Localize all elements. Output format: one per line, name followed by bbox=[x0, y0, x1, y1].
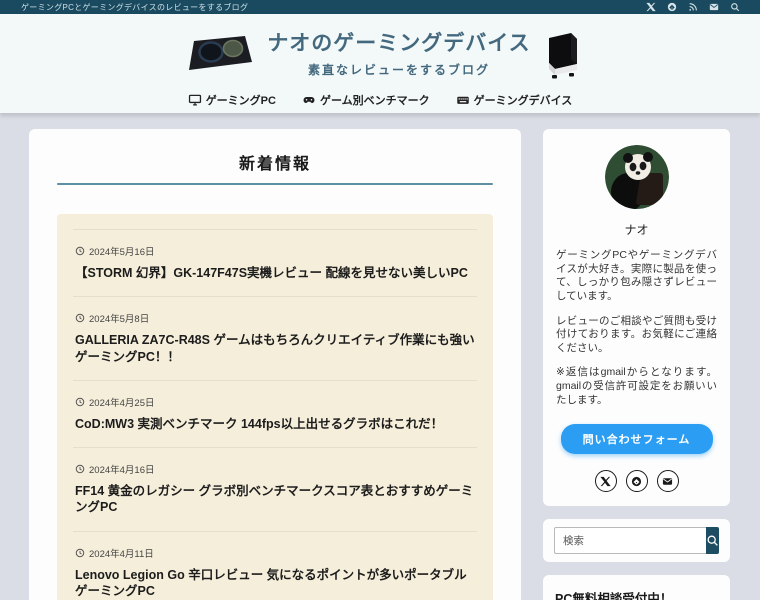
clock-icon bbox=[75, 246, 85, 256]
profile-bio-3: ※返信はgmailからとなります。gmailの受信許可設定をお願いいたします。 bbox=[556, 366, 717, 406]
clock-icon bbox=[75, 464, 85, 474]
search-widget bbox=[543, 519, 730, 563]
article-row: 2024年4月11日 Lenovo Legion Go 辛口レビュー 気になるポ… bbox=[73, 532, 477, 600]
site-subtitle: 素直なレビューをするブログ bbox=[307, 62, 490, 77]
clock-icon bbox=[75, 397, 85, 406]
article-date: 2024年5月8日 bbox=[75, 311, 475, 325]
profile-card: ナオ ゲーミングPCやゲーミングデバイスが大好き。実際に製品を使って、しっかり包… bbox=[543, 129, 730, 507]
mail-icon[interactable] bbox=[656, 470, 679, 493]
site-title[interactable]: ナオのゲーミングデバイス bbox=[267, 32, 530, 55]
new-articles-box: 2024年5月16日 【STORM 幻界】GK-147F47S実機レビュー 配線… bbox=[57, 214, 493, 600]
article-date-text: 2024年5月16日 bbox=[89, 247, 155, 258]
article-title-link[interactable]: FF14 黄金のレガシー グラボ別ベンチマークスコア表とおすすめゲーミングPC bbox=[75, 483, 475, 516]
feedly-icon[interactable] bbox=[667, 2, 677, 12]
sidebar: ナオ ゲーミングPCやゲーミングデバイスが大好き。実際に製品を使って、しっかり包… bbox=[543, 129, 730, 600]
article-row: 2024年4月25日 CoD:MW3 実測ベンチマーク 144fps以上出せるグ… bbox=[73, 381, 477, 448]
profile-bio-2: レビューのご相談やご質問も受け付けております。お気軽にご連絡ください。 bbox=[556, 314, 717, 354]
search-icon bbox=[707, 535, 718, 547]
profile-name: ナオ bbox=[624, 223, 649, 237]
article-row: 2024年4月16日 FF14 黄金のレガシー グラボ別ベンチマークスコア表とお… bbox=[73, 448, 477, 532]
site-header: ナオのゲーミングデバイス 素直なレビューをするブログ ゲーミングPC ゲーム別ベ… bbox=[0, 14, 760, 113]
article-title-link[interactable]: GALLERIA ZA7C-R48S ゲームはもちろんクリエイティブ作業にも強い… bbox=[75, 332, 475, 365]
mail-icon[interactable] bbox=[709, 2, 719, 12]
section-title-new: 新着情報 bbox=[238, 156, 311, 173]
article-date: 2024年4月11日 bbox=[75, 546, 475, 560]
section-divider bbox=[57, 183, 493, 185]
logo-row: ナオのゲーミングデバイス 素直なレビューをするブログ bbox=[0, 29, 760, 81]
article-date-text: 2024年4月11日 bbox=[89, 548, 154, 560]
topbar-social-icons bbox=[646, 2, 740, 12]
article-date: 2024年4月25日 bbox=[75, 395, 475, 409]
keyboard-icon bbox=[456, 96, 469, 104]
article-date: 2024年5月16日 bbox=[75, 244, 475, 258]
feedly-icon[interactable] bbox=[625, 470, 648, 493]
profile-social-icons bbox=[556, 470, 717, 493]
contact-form-button[interactable]: 問い合わせフォーム bbox=[560, 424, 713, 455]
deskmat-headset-logo-image bbox=[179, 32, 255, 78]
site-tagline: ゲーミングPCとゲーミングデバイスのレビューをするブログ bbox=[21, 2, 249, 12]
article-row: 2024年5月8日 GALLERIA ZA7C-R48S ゲームはもちろんクリエ… bbox=[73, 297, 477, 381]
main-content: 新着情報 2024年5月16日 【STORM 幻界】GK-147F47S実機レビ… bbox=[29, 129, 521, 600]
rss-icon[interactable] bbox=[688, 2, 698, 12]
article-title-link[interactable]: Lenovo Legion Go 辛口レビュー 気になるポイントが多いポータブル… bbox=[75, 567, 475, 600]
consult-widget: PC無料相談受付中！ ＼ご利用無料！ナオが直接回答します！／ bbox=[543, 575, 730, 600]
topbar: ゲーミングPCとゲーミングデバイスのレビューをするブログ bbox=[0, 0, 760, 14]
nav-item-benchmarks[interactable]: ゲーム別ベンチマーク bbox=[302, 92, 430, 108]
article-date-text: 2024年5月8日 bbox=[89, 314, 150, 326]
gamepad-icon bbox=[303, 97, 315, 103]
nav-label: ゲーム別ベンチマーク bbox=[319, 95, 430, 107]
consult-title: PC無料相談受付中！ bbox=[555, 592, 673, 600]
title-block: ナオのゲーミングデバイス 素直なレビューをするブログ bbox=[267, 32, 530, 77]
avatar bbox=[604, 145, 669, 209]
clock-icon bbox=[75, 548, 85, 557]
search-icon[interactable] bbox=[730, 2, 740, 12]
monitor-icon bbox=[188, 94, 201, 106]
x-icon[interactable] bbox=[646, 2, 656, 12]
search-submit-button[interactable] bbox=[706, 527, 719, 555]
x-icon[interactable] bbox=[594, 470, 617, 493]
article-date-text: 2024年4月25日 bbox=[89, 397, 155, 409]
nav-label: ゲーミングPC bbox=[205, 95, 276, 107]
clock-icon bbox=[75, 314, 85, 323]
article-title-link[interactable]: CoD:MW3 実測ベンチマーク 144fps以上出せるグラボはこれだ！ bbox=[75, 416, 475, 432]
article-title-link[interactable]: 【STORM 幻界】GK-147F47S実機レビュー 配線を見せない美しいPC bbox=[75, 265, 475, 281]
nav-label: ゲーミングデバイス bbox=[473, 95, 573, 107]
nav-item-gaming-devices[interactable]: ゲーミングデバイス bbox=[456, 92, 573, 108]
profile-bio-1: ゲーミングPCやゲーミングデバイスが大好き。実際に製品を使って、しっかり包み隠さ… bbox=[556, 249, 717, 302]
article-date: 2024年4月16日 bbox=[75, 462, 475, 476]
search-input[interactable] bbox=[554, 527, 706, 555]
main-nav: ゲーミングPC ゲーム別ベンチマーク ゲーミングデバイス bbox=[0, 92, 760, 108]
nav-item-gaming-pc[interactable]: ゲーミングPC bbox=[188, 92, 276, 108]
pc-case-logo-image bbox=[543, 31, 581, 79]
article-row: 2024年5月16日 【STORM 幻界】GK-147F47S実機レビュー 配線… bbox=[73, 230, 477, 298]
page-body: 新着情報 2024年5月16日 【STORM 幻界】GK-147F47S実機レビ… bbox=[0, 113, 760, 600]
article-date-text: 2024年4月16日 bbox=[89, 465, 155, 476]
